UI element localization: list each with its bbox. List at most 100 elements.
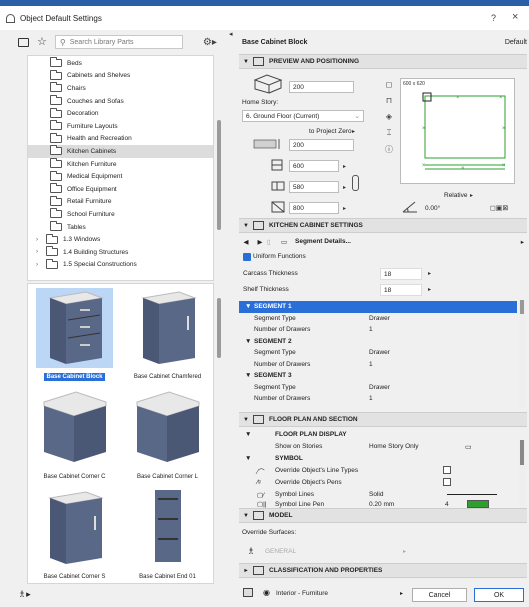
depth-field[interactable]: 580 xyxy=(289,181,339,193)
tree-item[interactable]: Cabinets and Shelves xyxy=(28,69,213,83)
top-offset-field[interactable]: 200 xyxy=(289,81,354,93)
show-on-stories-row[interactable]: Show on Stories Home Story Only ▭ xyxy=(239,441,517,453)
floorplan-section-header[interactable]: ▼ FLOOR PLAN AND SECTION xyxy=(239,412,527,427)
override-line-types-row[interactable]: ⁄⌒ Override Object's Line Types xyxy=(239,465,517,477)
tree-item[interactable]: Beds xyxy=(28,57,213,70)
reference-dropdown-arrow[interactable]: ▸ xyxy=(352,128,355,135)
tree-item[interactable]: Kitchen Cabinets xyxy=(28,145,213,158)
floorplan-scrollbar[interactable] xyxy=(519,440,525,508)
section-view-icon[interactable]: ⌶ xyxy=(379,128,399,144)
favorites-star-icon[interactable]: ☆ xyxy=(37,36,47,48)
favorites-add-icon[interactable]: ♗▸ xyxy=(18,589,31,600)
override-line-types-checkbox[interactable] xyxy=(443,466,451,474)
height-field[interactable]: 800 xyxy=(289,202,339,214)
symbol-row[interactable]: ▼ SYMBOL xyxy=(239,453,517,465)
tree-item[interactable]: School Furniture xyxy=(28,208,213,221)
tree-item[interactable]: Health and Recreation xyxy=(28,132,213,146)
tree-item[interactable]: › 1.3 Windows xyxy=(28,233,213,246)
tree-item[interactable]: Chairs xyxy=(28,82,213,95)
mirror-icon[interactable]: ◻▣⊠ xyxy=(490,204,508,212)
layer-name[interactable]: Interior - Furniture xyxy=(276,590,328,597)
classification-section-header[interactable]: ▸ CLASSIFICATION AND PROPERTIES xyxy=(239,563,527,578)
segment-details-label[interactable]: Segment Details... xyxy=(295,238,351,245)
relative-label[interactable]: Relative xyxy=(444,192,467,199)
floor-plan-view-icon[interactable]: ◻ xyxy=(379,80,399,96)
segment-header[interactable]: ▼ SEGMENT 3 xyxy=(239,370,517,382)
stories-icon[interactable]: ▭ xyxy=(465,443,472,451)
tree-item[interactable]: Couches and Sofas xyxy=(28,95,213,108)
override-pens-checkbox[interactable] xyxy=(443,478,451,486)
info-icon[interactable]: ⓘ xyxy=(379,144,399,160)
uniform-functions-checkbox[interactable] xyxy=(243,253,251,261)
model-section-header[interactable]: ▼ MODEL xyxy=(239,508,527,523)
home-story-select[interactable]: 6. Ground Floor (Current) ⌄ xyxy=(242,110,364,122)
panel-collapse-arrow[interactable]: ◂ xyxy=(229,30,233,38)
preview-section-header[interactable]: ▼ PREVIEW AND POSITIONING xyxy=(239,54,527,69)
depth-arrow[interactable]: ▸ xyxy=(343,184,346,191)
tree-item[interactable]: Office Equipment xyxy=(28,183,213,196)
prev-arrow-icon[interactable]: ◀ xyxy=(239,238,253,246)
expand-chevron-icon[interactable]: › xyxy=(36,237,46,243)
tree-scrollbar[interactable] xyxy=(216,55,222,281)
ok-button[interactable]: OK xyxy=(474,588,524,602)
segment-scroll-up[interactable] xyxy=(520,300,524,314)
segment-scrollbar[interactable] xyxy=(519,300,525,408)
library-thumbnail[interactable]: Base Cabinet Chamfered xyxy=(121,284,213,384)
symbol-line-pen-row[interactable]: ▢|| Symbol Line Pen 0.20 mm 4 xyxy=(239,500,517,508)
expand-chevron-icon[interactable]: › xyxy=(36,262,46,268)
tree-item[interactable]: Retail Furniture xyxy=(28,195,213,209)
help-button[interactable]: ? xyxy=(491,13,496,23)
library-thumbnail[interactable]: Base Cabinet Corner C xyxy=(28,384,121,484)
settings-gear-icon[interactable]: ⚙▸ xyxy=(203,37,217,48)
height-arrow[interactable]: ▸ xyxy=(343,205,346,212)
library-thumbnail[interactable]: Base Cabinet End 01 xyxy=(121,484,213,583)
next-arrow-icon[interactable]: ▶ xyxy=(253,238,267,246)
default-label[interactable]: Default xyxy=(505,39,527,46)
carcass-field[interactable]: 18 xyxy=(380,268,422,280)
segment-header[interactable]: ▼ SEGMENT 1 xyxy=(239,301,517,313)
layer-dropdown-arrow[interactable]: ▸ xyxy=(400,590,403,597)
shelf-arrow[interactable]: ▸ xyxy=(428,286,431,293)
folder-view-icon[interactable] xyxy=(18,37,29,47)
expand-chevron-icon[interactable]: › xyxy=(36,249,46,255)
drawer-count-row[interactable]: Number of Drawers 1 xyxy=(239,324,517,336)
carcass-arrow[interactable]: ▸ xyxy=(428,270,431,277)
tree-item[interactable]: Furniture Layouts xyxy=(28,120,213,133)
library-thumbnail[interactable]: Base Cabinet Corner L xyxy=(121,384,213,484)
width-arrow[interactable]: ▸ xyxy=(343,163,346,170)
drawer-count-row[interactable]: Number of Drawers 1 xyxy=(239,359,517,371)
floorplan-scroll-thumb[interactable] xyxy=(520,440,524,465)
thumb-scroll-thumb[interactable] xyxy=(217,298,221,358)
tree-item[interactable]: Tables xyxy=(28,221,213,234)
drawer-count-row[interactable]: Number of Drawers 1 xyxy=(239,393,517,405)
tree-item[interactable]: Decoration xyxy=(28,107,213,120)
tree-item[interactable]: › 1.4 Building Structures xyxy=(28,246,213,259)
elevation-field[interactable]: 200 xyxy=(289,139,354,151)
override-pens-row[interactable]: ⁄ᵍ Override Object's Pens xyxy=(239,477,517,489)
angle-value[interactable]: 0.00° xyxy=(425,205,440,212)
pen-color-swatch[interactable] xyxy=(467,500,489,508)
surface-brush-icon[interactable]: ♗ xyxy=(247,546,255,557)
layer-visible-eye-icon[interactable]: ◉ xyxy=(263,588,270,597)
tree-item[interactable]: Medical Equipment xyxy=(28,170,213,183)
segment-header[interactable]: ▼ SEGMENT 2 xyxy=(239,336,517,348)
elevation-view-icon[interactable]: ⊓ xyxy=(379,96,399,112)
3d-view-icon[interactable]: ◈ xyxy=(379,112,399,128)
shelf-field[interactable]: 18 xyxy=(380,284,422,296)
chain-link-icon[interactable] xyxy=(352,175,359,191)
tree-scroll-thumb[interactable] xyxy=(217,120,221,230)
library-thumbnail[interactable]: Base Cabinet Block xyxy=(28,284,121,384)
tree-item[interactable]: Kitchen Furniture xyxy=(28,158,213,171)
width-field[interactable]: 600 xyxy=(289,160,339,172)
to-project-zero-label[interactable]: to Project Zero xyxy=(309,128,352,135)
thumb-scrollbar[interactable] xyxy=(216,283,222,584)
segment-details-arrow[interactable]: ▸ xyxy=(521,238,524,246)
relative-arrow[interactable]: ▸ xyxy=(470,192,473,199)
symbol-lines-row[interactable]: ▢⁄ Symbol Lines Solid xyxy=(239,489,517,501)
cancel-button[interactable]: Cancel xyxy=(412,588,467,602)
floorplan-display-row[interactable]: ▼ FLOOR PLAN DISPLAY xyxy=(239,429,517,441)
close-button[interactable]: × xyxy=(512,11,518,23)
library-thumbnail[interactable]: Base Cabinet Corner S xyxy=(28,484,121,583)
kitchen-section-header[interactable]: ▼ KITCHEN CABINET SETTINGS xyxy=(239,218,527,233)
segment-type-row[interactable]: Segment Type Drawer xyxy=(239,382,517,394)
